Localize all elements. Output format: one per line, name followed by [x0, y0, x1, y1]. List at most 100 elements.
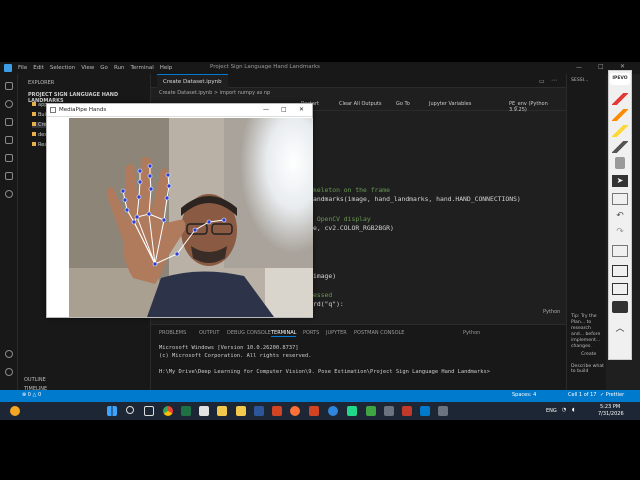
clear-icon[interactable] [612, 245, 628, 257]
text-box-icon[interactable] [612, 193, 628, 205]
search-icon[interactable] [5, 100, 13, 108]
ipevo-logo: IPEVO [610, 73, 630, 85]
testing-icon[interactable] [5, 172, 13, 180]
menu-edit[interactable]: Edit [33, 65, 44, 71]
account-icon[interactable] [5, 350, 13, 358]
terminal-profile[interactable]: Python [463, 330, 480, 336]
excel-icon[interactable] [181, 406, 191, 416]
language-indicator[interactable]: ENG [546, 408, 557, 414]
collapse-chevron-up-icon[interactable]: ︿ [612, 321, 628, 334]
app-icon[interactable] [199, 406, 209, 416]
tab-jupyter[interactable]: JUPYTER [326, 330, 347, 336]
camtasia-icon[interactable] [366, 406, 376, 416]
cell-status[interactable]: Cell 1 of 17 [568, 392, 596, 398]
firefox-icon[interactable] [290, 406, 300, 416]
app-icon[interactable] [328, 406, 338, 416]
spaces-status[interactable]: Spaces: 4 [512, 392, 536, 398]
bottom-panel: PROBLEMS OUTPUT DEBUG CONSOLE TERMINAL P… [151, 324, 566, 390]
tab-terminal[interactable]: TERMINAL [271, 330, 297, 337]
close-window-button[interactable]: ✕ [620, 63, 625, 70]
vscode-taskbar-icon[interactable] [420, 406, 430, 416]
prettier-status[interactable]: ✓ Prettier [600, 392, 624, 398]
remote-icon[interactable] [5, 190, 13, 198]
word-icon[interactable] [254, 406, 264, 416]
problems-status[interactable]: ⊗ 0 △ 0 [22, 392, 41, 398]
menu-help[interactable]: Help [160, 65, 173, 71]
explorer-icon[interactable] [5, 82, 13, 90]
volume-icon[interactable]: ◖ [572, 407, 575, 413]
app-icon[interactable] [438, 406, 448, 416]
mediapipe-window[interactable]: MediaPipe Hands — □ ✕ [46, 103, 313, 318]
file-icon [32, 132, 36, 136]
kernel-selector[interactable]: PE_env (Python 3.9.25) [509, 101, 566, 113]
pen-orange-icon[interactable] [612, 109, 628, 121]
tab-debug-console[interactable]: DEBUG CONSOLE [227, 330, 271, 336]
code-line: rd("q"): [313, 300, 344, 308]
tab-output[interactable]: OUTPUT [199, 330, 219, 336]
chat-create-chip[interactable]: Create [581, 352, 596, 357]
breadcrumb[interactable]: Create Dataset.ipynb > import numpy as n… [159, 90, 270, 96]
outline-section[interactable]: OUTLINE [24, 377, 46, 383]
clear-outputs-button[interactable]: Clear All Outputs [339, 101, 381, 107]
clock-date[interactable]: 7/31/2026 [598, 411, 624, 417]
tab-problems[interactable]: PROBLEMS [159, 330, 186, 336]
redo-icon[interactable]: ↷ [612, 227, 628, 239]
terminal-line: (c) Microsoft Corporation. All rights re… [159, 353, 312, 359]
goto-button[interactable]: Go To [396, 101, 410, 107]
code-line: essed [313, 291, 333, 299]
run-debug-icon[interactable] [5, 136, 13, 144]
app-icon[interactable] [384, 406, 394, 416]
menu-file[interactable]: File [18, 65, 27, 71]
activity-bar [0, 74, 18, 390]
mediapipe-title-bar[interactable]: MediaPipe Hands — □ ✕ [47, 104, 312, 117]
source-control-icon[interactable] [5, 118, 13, 126]
menu-terminal[interactable]: Terminal [130, 65, 153, 71]
snapshot-icon[interactable] [612, 265, 628, 277]
settings-gear-icon[interactable] [5, 368, 13, 376]
extensions-icon[interactable] [5, 154, 13, 162]
clock-time[interactable]: 5:23 PM [600, 404, 620, 410]
app-icon[interactable] [402, 406, 412, 416]
pen-red-icon[interactable] [612, 93, 628, 105]
undo-icon[interactable]: ↶ [612, 211, 628, 223]
menu-view[interactable]: View [81, 65, 94, 71]
terminal-prompt[interactable]: H:\My Drive\Deep Learning for Computer V… [159, 369, 490, 375]
jupyter-variables-button[interactable]: Jupyter Variables [429, 101, 471, 107]
start-windows-icon[interactable] [107, 406, 117, 416]
notebook-file-icon [32, 122, 36, 126]
chrome-icon[interactable] [163, 406, 173, 416]
eraser-icon[interactable] [615, 157, 625, 169]
menu-selection[interactable]: Selection [50, 65, 75, 71]
maximize-window-button[interactable]: □ [598, 63, 604, 70]
more-actions-icon[interactable]: ⋯ [551, 77, 557, 84]
camera-icon[interactable] [612, 301, 628, 313]
camera-feed [69, 118, 313, 317]
tab-ports[interactable]: PORTS [303, 330, 319, 336]
minimize-button[interactable]: — [263, 106, 269, 113]
task-view-icon[interactable] [144, 406, 154, 416]
book-icon[interactable] [612, 283, 628, 295]
menu-go[interactable]: Go [100, 65, 108, 71]
chat-input[interactable]: Describe what to build [571, 364, 606, 374]
file-explorer-icon[interactable] [236, 406, 246, 416]
vscode-logo-icon [4, 64, 12, 72]
powerpoint-icon[interactable] [272, 406, 282, 416]
file-explorer-icon[interactable] [217, 406, 227, 416]
pycharm-icon[interactable] [347, 406, 357, 416]
pointer-icon[interactable]: ➤ [612, 175, 628, 187]
tab-create-dataset[interactable]: Create Dataset.ipynb [157, 74, 228, 88]
shape-icon[interactable] [612, 141, 628, 153]
menu-run[interactable]: Run [114, 65, 125, 71]
minimize-window-button[interactable]: — [576, 64, 582, 71]
highlighter-icon[interactable] [612, 125, 628, 137]
weather-icon[interactable] [10, 406, 20, 416]
cell-language-label[interactable]: Python [543, 309, 560, 315]
close-button[interactable]: ✕ [299, 106, 304, 113]
maximize-button[interactable]: □ [281, 106, 287, 113]
app-icon[interactable] [309, 406, 319, 416]
wifi-icon[interactable]: ◔ [562, 407, 566, 413]
tab-postman-console[interactable]: POSTMAN CONSOLE [354, 330, 404, 336]
split-editor-icon[interactable]: ▭ [539, 78, 545, 85]
search-icon[interactable] [126, 406, 134, 414]
code-line: andmarks(image, hand_landmarks, hand.HAN… [313, 195, 521, 203]
